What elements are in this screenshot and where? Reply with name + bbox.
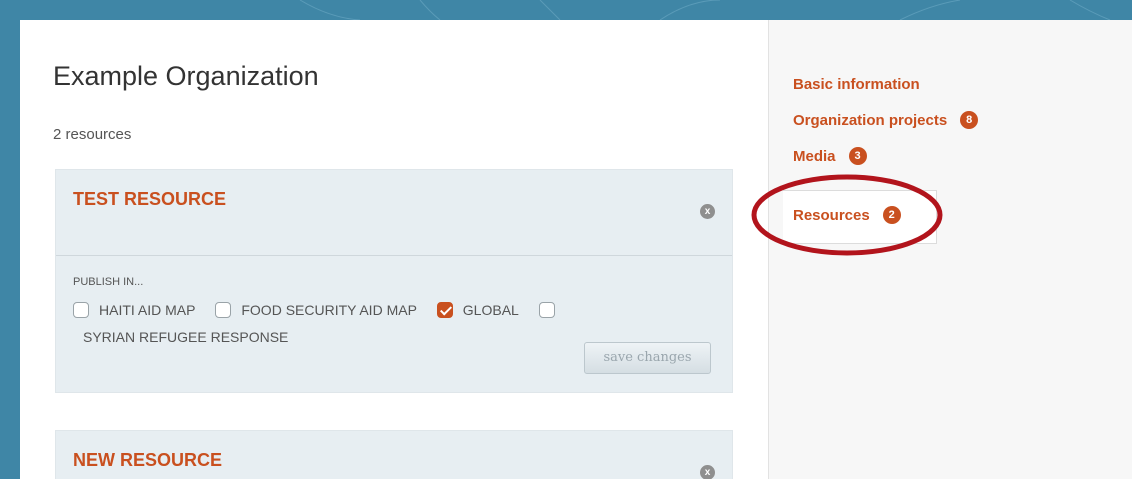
option-haiti-aid-map[interactable]: HAITI AID MAP: [73, 298, 201, 322]
content-panel: Example Organization 2 resources TEST RE…: [20, 20, 1132, 479]
sidebar-item-label: Organization projects: [793, 111, 948, 129]
background-decoration: [0, 0, 1132, 20]
resource-count: 2 resources: [53, 126, 132, 143]
sidebar-item-basic-information[interactable]: Basic information: [793, 76, 920, 93]
sidebar-item-organization-projects[interactable]: Organization projects 8: [793, 111, 979, 129]
option-label: SYRIAN REFUGEE RESPONSE: [83, 329, 289, 345]
sidebar-item-label: Media: [793, 147, 836, 165]
option-global[interactable]: GLOBAL: [436, 298, 525, 322]
count-badge: 3: [848, 147, 867, 165]
resource-card-header: TEST RESOURCE x: [56, 170, 732, 256]
save-changes-button[interactable]: save changes: [584, 342, 711, 374]
main-content: Example Organization 2 resources TEST RE…: [20, 20, 768, 479]
option-syrian-refugee-response[interactable]: [538, 302, 565, 318]
option-label: FOOD SECURITY AID MAP: [241, 302, 417, 318]
resource-title[interactable]: TEST RESOURCE: [73, 189, 226, 210]
checkbox-checked[interactable]: [436, 302, 453, 318]
option-label: GLOBAL: [462, 302, 519, 318]
resource-card: TEST RESOURCE x PUBLISH IN... HAITI AID …: [55, 169, 733, 393]
close-icon[interactable]: x: [700, 465, 715, 479]
checkbox[interactable]: [215, 302, 232, 318]
checkbox[interactable]: [73, 302, 89, 318]
resource-title[interactable]: NEW RESOURCE: [73, 450, 222, 471]
page-title: Example Organization: [53, 61, 319, 91]
resource-card: NEW RESOURCE x: [55, 430, 733, 479]
close-icon[interactable]: x: [700, 204, 715, 219]
option-label: HAITI AID MAP: [99, 302, 196, 318]
highlight-ellipse: [751, 174, 943, 256]
count-badge: 8: [960, 111, 979, 129]
sidebar-item-media[interactable]: Media 3: [793, 147, 867, 165]
option-food-security-aid-map[interactable]: FOOD SECURITY AID MAP: [215, 298, 423, 322]
publish-options: HAITI AID MAP FOOD SECURITY AID MAP GLOB…: [73, 298, 673, 349]
checkbox[interactable]: [538, 302, 555, 318]
publish-in-label: PUBLISH IN...: [73, 276, 144, 288]
sidebar-item-label: Basic information: [793, 76, 920, 93]
